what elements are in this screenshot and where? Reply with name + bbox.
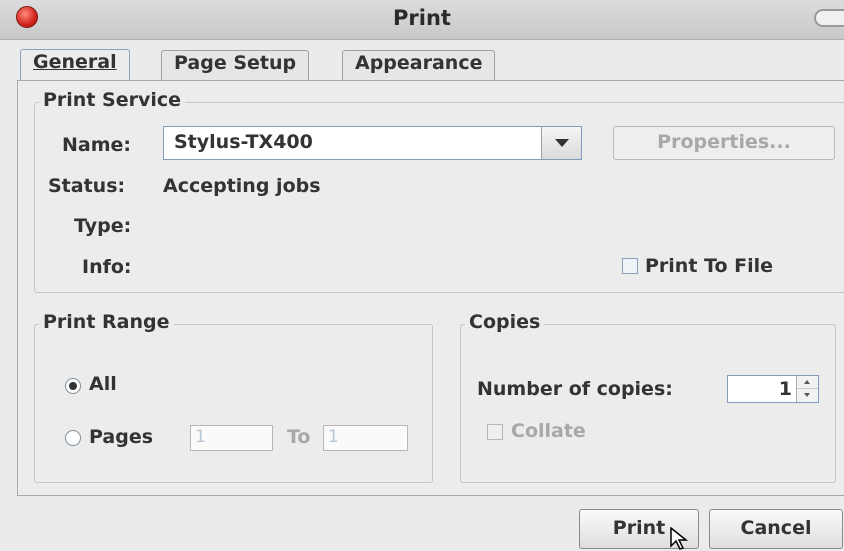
title-bar: Print	[0, 0, 844, 40]
spinner-down-icon[interactable]	[797, 389, 818, 402]
tab-appearance[interactable]: Appearance	[342, 50, 496, 80]
info-label: Info:	[82, 256, 132, 278]
type-label: Type:	[74, 215, 132, 237]
chevron-down-icon[interactable]	[541, 127, 581, 159]
tab-page-setup[interactable]: Page Setup	[161, 50, 310, 80]
all-label: All	[89, 373, 117, 395]
collate-checkbox[interactable]	[487, 424, 503, 440]
cancel-button-label: Cancel	[740, 517, 812, 539]
printer-name-value: Stylus-TX400	[174, 131, 313, 153]
tab-appearance-label: Appearance	[355, 52, 483, 74]
tab-page-setup-label: Page Setup	[174, 52, 297, 74]
name-label: Name:	[62, 134, 132, 156]
status-label: Status:	[48, 175, 126, 197]
pages-label: Pages	[89, 426, 154, 448]
pages-from-input[interactable]: 1	[190, 425, 273, 451]
copies-legend: Copies	[465, 311, 545, 333]
print-range-legend: Print Range	[39, 311, 174, 333]
print-to-file-label: Print To File	[645, 255, 774, 277]
maximize-icon[interactable]	[814, 9, 844, 27]
window-title: Print	[393, 6, 451, 30]
spinner-arrows[interactable]	[796, 376, 818, 402]
print-button-label: Print	[612, 517, 666, 539]
print-service-group: Print Service Name: Stylus-TX400 Propert…	[34, 89, 844, 293]
status-value: Accepting jobs	[163, 175, 321, 197]
properties-button[interactable]: Properties...	[613, 126, 835, 160]
print-to-file-checkbox[interactable]	[622, 258, 638, 274]
mouse-cursor-icon	[670, 527, 689, 550]
collate-label: Collate	[511, 420, 586, 442]
copies-value: 1	[778, 378, 792, 400]
print-range-group: Print Range All Pages 1 To 1	[34, 311, 433, 483]
tab-general[interactable]: General	[20, 49, 130, 81]
tab-general-label: General	[33, 51, 117, 73]
properties-button-label: Properties...	[657, 131, 791, 153]
pages-radio[interactable]	[65, 430, 81, 446]
copies-group: Copies Number of copies: 1 Collate	[460, 311, 836, 483]
cancel-button[interactable]: Cancel	[709, 509, 843, 549]
print-service-legend: Print Service	[39, 89, 186, 111]
copies-spinner[interactable]: 1	[727, 375, 819, 403]
number-of-copies-label: Number of copies:	[477, 378, 673, 400]
spinner-up-icon[interactable]	[797, 376, 818, 389]
to-label: To	[287, 426, 311, 448]
all-radio[interactable]	[65, 378, 81, 394]
pages-to-input[interactable]: 1	[323, 425, 408, 451]
printer-name-select[interactable]: Stylus-TX400	[163, 126, 582, 160]
general-panel: Print Service Name: Stylus-TX400 Propert…	[17, 80, 844, 496]
